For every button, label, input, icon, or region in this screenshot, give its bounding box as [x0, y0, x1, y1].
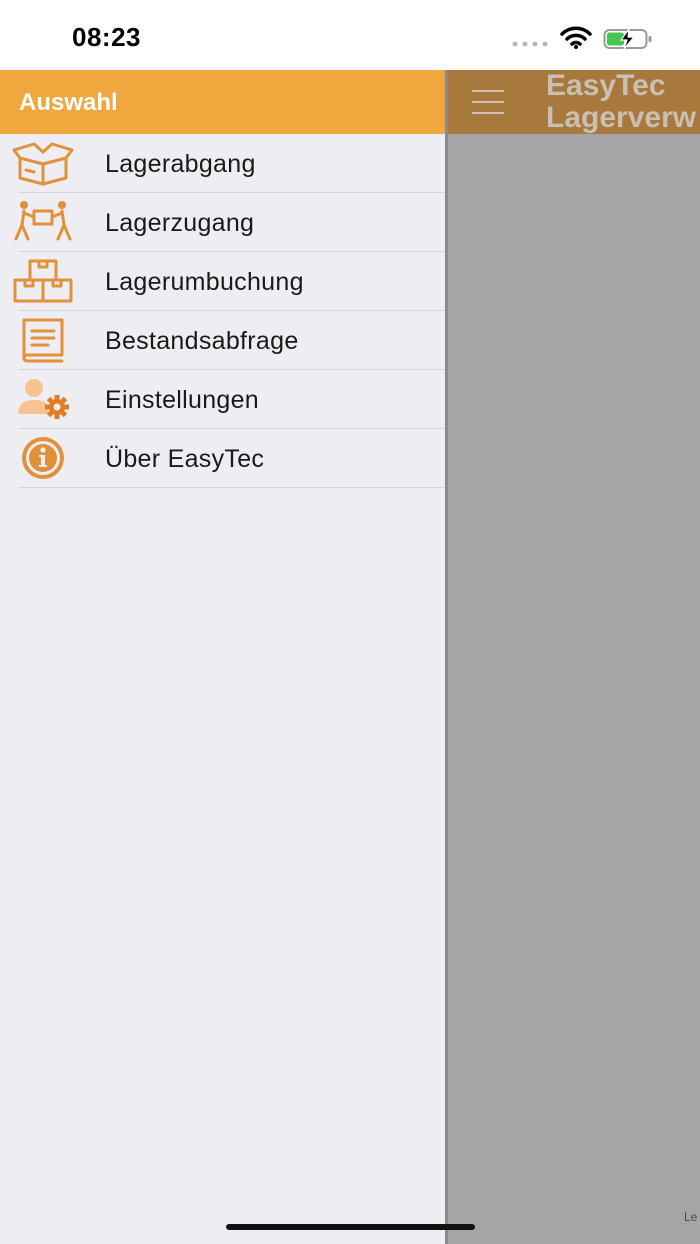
people-carrying-box-icon [12, 199, 74, 245]
info-icon [12, 435, 74, 481]
book-icon [12, 317, 74, 363]
footer-text: Le [684, 1210, 698, 1224]
menu-item-label: Über EasyTec [105, 445, 265, 473]
status-time: 08:23 [72, 22, 141, 52]
menu-item-ueber-easytec[interactable]: Über EasyTec [0, 429, 446, 488]
main-content-overlay[interactable]: EasyTec Lagerverw Le [448, 70, 700, 1244]
menu-item-lagerabgang[interactable]: Lagerabgang [0, 134, 446, 193]
status-bar: 08:23 [0, 0, 700, 70]
menu-item-label: Lagerumbuchung [105, 268, 304, 296]
home-indicator [226, 1224, 475, 1230]
signal-dots-icon [512, 41, 548, 47]
stacked-boxes-icon [12, 258, 74, 304]
hamburger-menu-icon[interactable] [472, 88, 504, 116]
open-box-icon [12, 140, 74, 186]
menu-item-label: Lagerabgang [105, 150, 256, 178]
sidebar-header: Auswahl [0, 70, 446, 134]
main-title: EasyTec Lagerverw [546, 70, 697, 134]
menu-item-bestandsabfrage[interactable]: Bestandsabfrage [0, 311, 446, 370]
user-settings-icon [12, 376, 74, 422]
menu-item-label: Einstellungen [105, 386, 260, 414]
menu-item-label: Lagerzugang [105, 209, 255, 237]
main-header: EasyTec Lagerverw [448, 70, 700, 134]
menu-item-lagerumbuchung[interactable]: Lagerumbuchung [0, 252, 446, 311]
menu-item-einstellungen[interactable]: Einstellungen [0, 370, 446, 429]
menu-item-lagerzugang[interactable]: Lagerzugang [0, 193, 446, 252]
sidebar-menu: Auswahl Lagerabgang Lagerzugang Lagerumb… [0, 70, 446, 1244]
battery-charging-icon [603, 28, 652, 50]
wifi-icon [560, 26, 592, 49]
menu-item-label: Bestandsabfrage [105, 327, 299, 355]
menu-list: Lagerabgang Lagerzugang Lagerumbuchung B… [0, 134, 446, 488]
sidebar-title: Auswahl [19, 89, 118, 116]
